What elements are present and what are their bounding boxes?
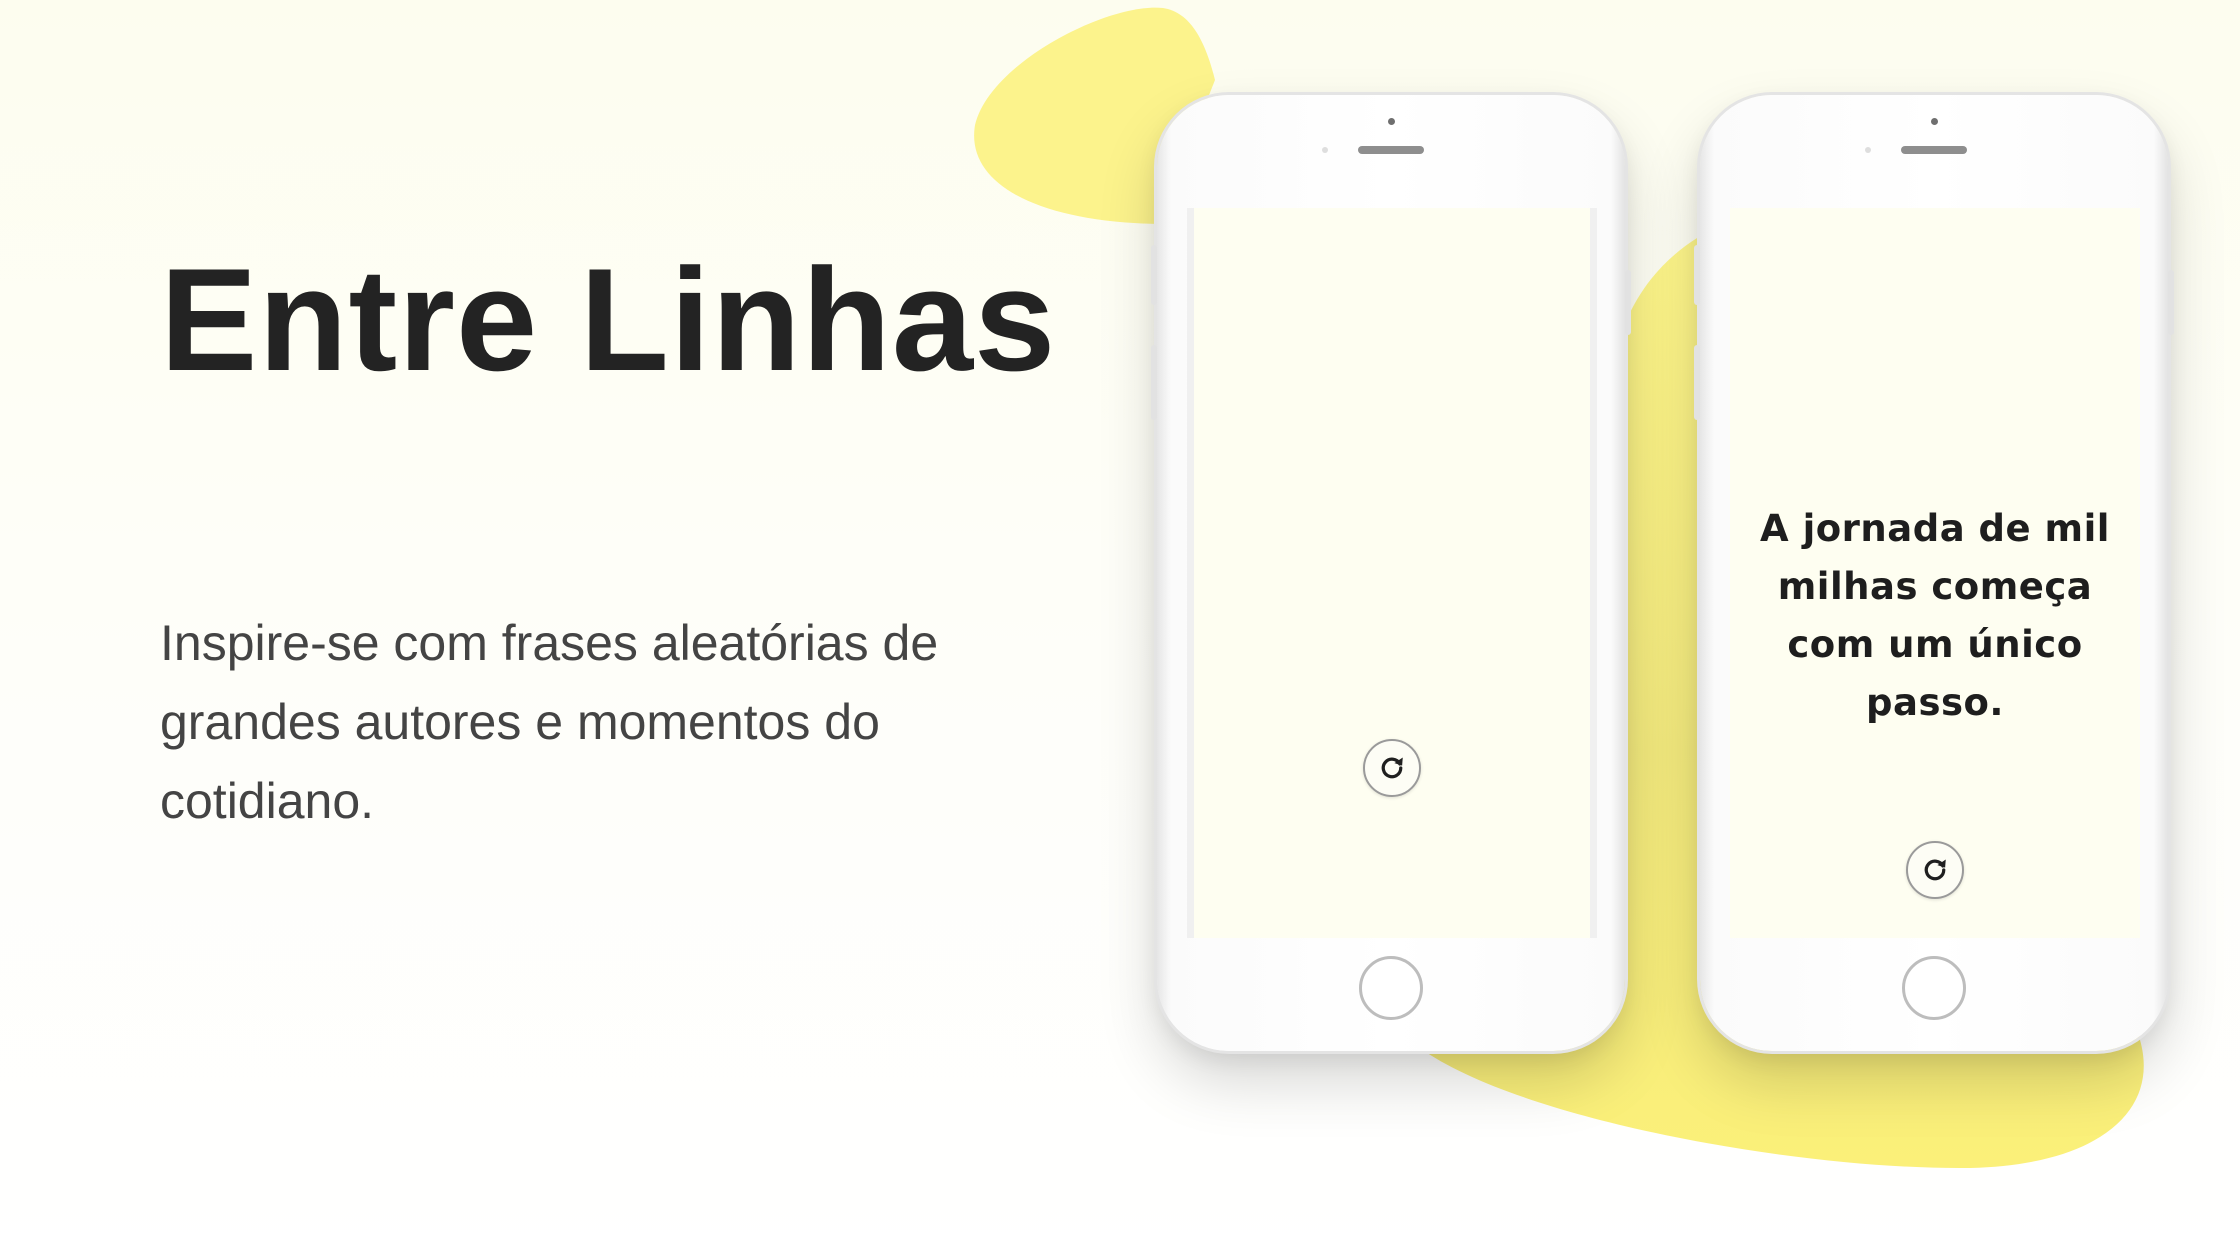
proximity-sensor <box>1322 147 1328 153</box>
refresh-icon <box>1924 859 1946 881</box>
front-camera <box>1388 118 1395 125</box>
earpiece-speaker <box>1901 146 1967 154</box>
front-camera <box>1931 118 1938 125</box>
new-quote-button[interactable] <box>1363 739 1421 797</box>
phone-mockup-quote: A jornada de mil milhas começa com um ún… <box>1694 95 2174 1051</box>
phone-screen: A jornada de mil milhas começa com um ún… <box>1730 208 2140 938</box>
refresh-icon <box>1381 757 1403 779</box>
phone-side-button <box>1151 345 1157 420</box>
new-quote-button[interactable] <box>1906 841 1964 899</box>
home-button[interactable] <box>1902 956 1966 1020</box>
app-title: Entre Linhas <box>160 238 1057 401</box>
phone-screen <box>1187 208 1597 938</box>
phone-mockup-loading <box>1151 95 1631 1051</box>
app-tagline: Inspire-se com frases aleatórias de gran… <box>160 615 939 829</box>
hero-section: Entre Linhas Inspire-se com frases aleat… <box>160 0 1060 1260</box>
earpiece-speaker <box>1358 146 1424 154</box>
phone-side-button <box>1694 245 1700 305</box>
phone-side-button <box>2168 270 2174 335</box>
proximity-sensor <box>1865 147 1871 153</box>
home-button[interactable] <box>1359 956 1423 1020</box>
phone-side-button <box>1625 270 1631 335</box>
quote-text: A jornada de mil milhas começa com um ún… <box>1760 507 2110 724</box>
phone-side-button <box>1694 345 1700 420</box>
phone-side-button <box>1151 245 1157 305</box>
